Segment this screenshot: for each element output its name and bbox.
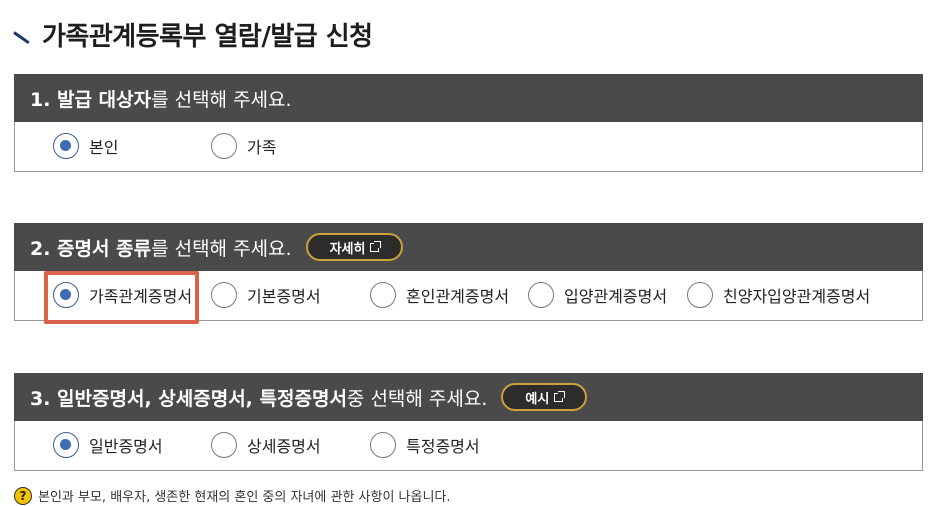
section-3-heading-rest: 중 선택해 주세요. <box>346 387 488 410</box>
radio-label: 본인 <box>89 138 119 157</box>
radio-option-marriage-cert[interactable]: 혼인관계증명서 <box>370 281 509 309</box>
section-1-options: 본인 가족 <box>14 122 923 172</box>
section-2-header: 2. 증명서 종류 를 선택해 주세요. 자세히 <box>14 223 923 271</box>
help-note-text: 본인과 부모, 배우자, 생존한 현재의 혼인 중의 자녀에 관한 사항이 나옵… <box>38 490 451 505</box>
radio-button[interactable] <box>211 282 237 308</box>
external-link-icon <box>554 390 566 402</box>
title-slash-icon <box>12 23 34 45</box>
radio-option-full-adoption-cert[interactable]: 친양자입양관계증명서 <box>687 281 870 309</box>
radio-label: 일반증명서 <box>89 437 163 456</box>
question-icon: ? <box>14 486 32 505</box>
radio-button[interactable] <box>370 432 396 458</box>
radio-label: 상세증명서 <box>247 437 321 456</box>
radio-button[interactable] <box>370 282 396 308</box>
page-title-text: 가족관계등록부 열람/발급 신청 <box>42 21 373 52</box>
radio-label: 가족 <box>247 138 277 157</box>
external-link-icon <box>370 240 382 252</box>
radio-option-basic-cert[interactable]: 기본증명서 <box>211 281 321 309</box>
radio-label: 입양관계증명서 <box>564 287 668 306</box>
radio-button[interactable] <box>687 282 713 308</box>
radio-label: 혼인관계증명서 <box>406 287 510 306</box>
radio-option-general-cert[interactable]: 일반증명서 <box>53 431 163 459</box>
section-3-heading-bold: 3. 일반증명서, 상세증명서, 특정증명서 <box>30 387 347 410</box>
section-1-heading-bold: 1. 발급 대상자 <box>30 88 152 111</box>
section-2-heading-bold: 2. 증명서 종류 <box>30 237 152 260</box>
page-title: 가족관계등록부 열람/발급 신청 <box>12 14 373 54</box>
detail-button[interactable]: 자세히 <box>305 233 404 261</box>
section-2-heading-rest: 를 선택해 주세요. <box>151 237 292 260</box>
radio-button[interactable] <box>53 432 79 458</box>
radio-option-family[interactable]: 가족 <box>211 132 276 160</box>
example-button-label: 예시 <box>525 391 550 407</box>
section-3-header: 3. 일반증명서, 상세증명서, 특정증명서 중 선택해 주세요. 예시 <box>14 373 923 421</box>
section-issue-target: 1. 발급 대상자 를 선택해 주세요. 본인 가족 <box>14 74 923 172</box>
radio-option-detailed-cert[interactable]: 상세증명서 <box>211 431 321 459</box>
section-1-header: 1. 발급 대상자 를 선택해 주세요. <box>14 74 923 122</box>
radio-label: 특정증명서 <box>406 437 480 456</box>
radio-button[interactable] <box>53 133 79 159</box>
radio-option-specific-cert[interactable]: 특정증명서 <box>370 431 480 459</box>
radio-label: 기본증명서 <box>247 287 321 306</box>
detail-button-label: 자세히 <box>329 241 366 257</box>
radio-label: 친양자입양관계증명서 <box>723 287 871 306</box>
radio-button[interactable] <box>211 432 237 458</box>
section-3-options: 일반증명서 상세증명서 특정증명서 <box>14 421 923 471</box>
help-note: ? 본인과 부모, 배우자, 생존한 현재의 혼인 중의 자녀에 관한 사항이 … <box>14 486 451 505</box>
section-certificate-detail-level: 3. 일반증명서, 상세증명서, 특정증명서 중 선택해 주세요. 예시 일반증… <box>14 373 923 471</box>
radio-option-self[interactable]: 본인 <box>53 132 118 160</box>
radio-button[interactable] <box>528 282 554 308</box>
radio-button[interactable] <box>211 133 237 159</box>
selection-highlight-box <box>44 271 199 324</box>
radio-option-adoption-cert[interactable]: 입양관계증명서 <box>528 281 667 309</box>
example-button[interactable]: 예시 <box>501 383 588 411</box>
section-1-heading-rest: 를 선택해 주세요. <box>151 88 292 111</box>
